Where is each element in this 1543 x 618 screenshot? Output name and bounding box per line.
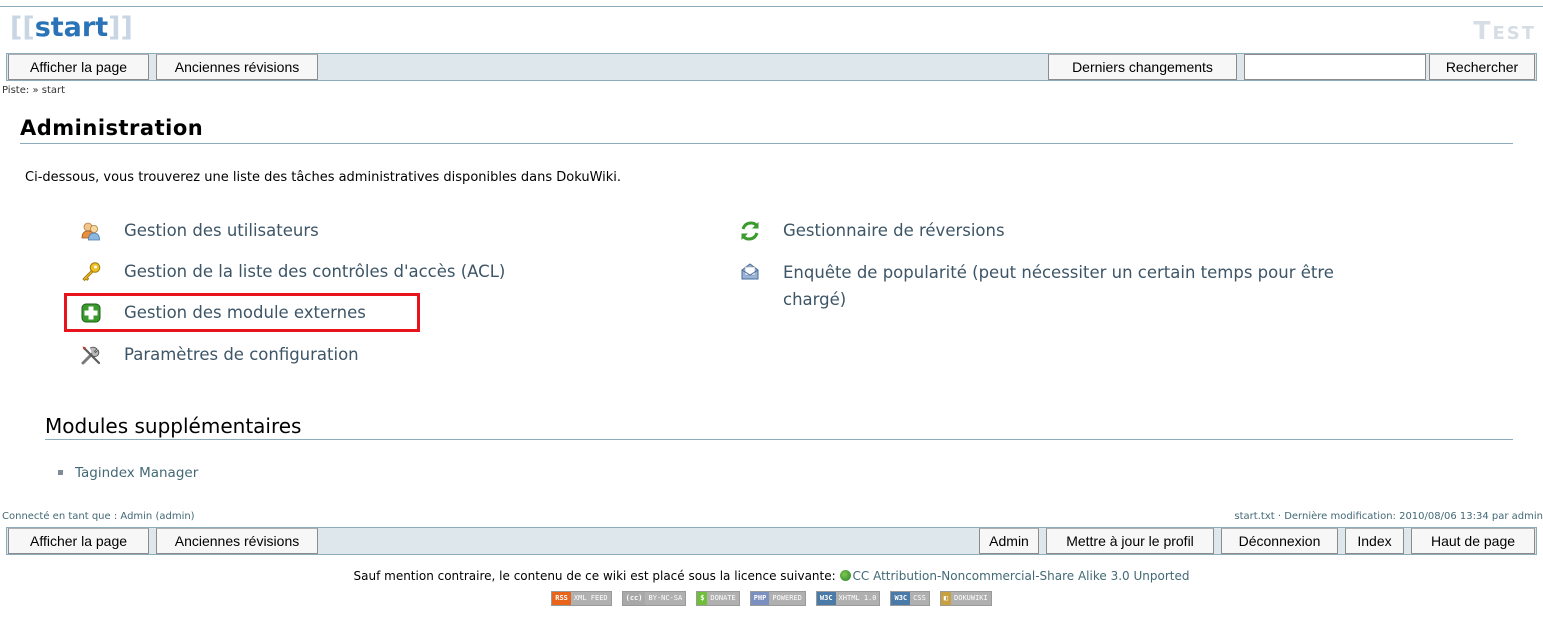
users-icon (80, 220, 102, 242)
search-input[interactable] (1244, 54, 1426, 80)
update-profile-button[interactable]: Mettre à jour le profil (1046, 528, 1214, 554)
badge-left: W3C (816, 592, 836, 605)
breadcrumb-item-start[interactable]: start (42, 85, 65, 96)
footer-badge[interactable]: ◧ DOKUWIKI (939, 591, 992, 606)
list-bullet (58, 470, 63, 475)
license-notice: Sauf mention contraire, le contenu de ce… (0, 569, 1543, 583)
tools-icon (80, 344, 102, 366)
badge-right: XHTML 1.0 (835, 592, 880, 605)
back-to-top-button[interactable]: Haut de page (1411, 528, 1535, 554)
license-text: Sauf mention contraire, le contenu de ce… (353, 569, 836, 583)
bottom-action-bar: Afficher la page Anciennes révisions Adm… (6, 527, 1537, 555)
task-label[interactable]: Gestionnaire de réversions (783, 220, 1005, 242)
envelope-icon (739, 261, 761, 283)
footer-badge[interactable]: PHP POWERED (749, 591, 806, 606)
top-action-bar: Afficher la page Anciennes révisions Der… (6, 53, 1537, 81)
badge-right: XML FEED (570, 592, 611, 605)
task-label[interactable]: Paramètres de configuration (124, 344, 359, 366)
badge-left: $ (697, 592, 708, 605)
badge-left: RSS (552, 592, 571, 605)
footer-badge[interactable]: RSS XML FEED (551, 591, 612, 606)
top-rule (0, 6, 1543, 7)
footer-badge[interactable]: W3C CSS (890, 591, 930, 606)
additional-plugins-title: Modules supplémentaires (45, 414, 302, 438)
breadcrumb-label: Piste: (2, 85, 30, 96)
pagename-open: [[ (10, 12, 35, 43)
logout-button[interactable]: Déconnexion (1221, 528, 1338, 554)
search-button[interactable]: Rechercher (1429, 54, 1535, 80)
old-revisions-button[interactable]: Anciennes révisions (156, 54, 318, 80)
intro-text: Ci-dessous, vous trouverez une liste des… (25, 170, 622, 185)
badge-right: BY-NC-SA (645, 592, 686, 605)
footer-badges: RSS XML FEED (cc) BY-NC-SA $ DONATE PHP POWERED… (0, 591, 1543, 606)
task-popularity[interactable]: Enquête de popularité (peut nécessiter u… (739, 261, 1353, 309)
key-icon (80, 261, 102, 283)
revert-arrows-icon (739, 220, 761, 242)
tagindex-manager-link[interactable]: Tagindex Manager (75, 465, 198, 481)
task-user-manager[interactable]: Gestion des utilisateurs (80, 220, 319, 248)
title-rule (20, 143, 1513, 144)
old-revisions-button-bottom[interactable]: Anciennes révisions (156, 528, 318, 554)
badge-right: POWERED (769, 592, 805, 605)
pagename-text: start (34, 12, 109, 43)
task-revert-manager[interactable]: Gestionnaire de réversions (739, 220, 1005, 248)
footer-badge[interactable]: $ DONATE (696, 591, 740, 606)
badge-right: CSS (910, 592, 929, 605)
page-title: Administration (20, 116, 204, 140)
recent-changes-button[interactable]: Derniers changements (1048, 54, 1237, 80)
license-link[interactable]: CC Attribution-Noncommercial-Share Alike… (853, 569, 1190, 583)
badge-right: DONATE (707, 592, 739, 605)
user-info: Connecté en tant que : Admin (admin) (2, 511, 195, 522)
show-page-button-bottom[interactable]: Afficher la page (8, 528, 149, 554)
doc-info: start.txt · Dernière modification: 2010/… (1234, 511, 1543, 522)
task-config[interactable]: Paramètres de configuration (80, 344, 359, 372)
badge-left: (cc) (622, 592, 646, 605)
show-page-button[interactable]: Afficher la page (8, 54, 149, 80)
page-name-link[interactable]: [[start]] (10, 11, 133, 45)
badge-left: PHP (750, 592, 770, 605)
highlight-box (64, 293, 420, 332)
wiki-title[interactable]: Test (1473, 16, 1536, 46)
task-acl[interactable]: Gestion de la liste des contrôles d'accè… (80, 261, 505, 289)
admin-button[interactable]: Admin (979, 528, 1039, 554)
badge-left: ◧ (940, 592, 952, 605)
task-label[interactable]: Gestion des utilisateurs (124, 220, 319, 242)
breadcrumb-separator: » (32, 85, 39, 96)
badge-left: W3C (891, 592, 911, 605)
task-label[interactable]: Enquête de popularité (peut nécessiter u… (783, 259, 1353, 313)
index-button[interactable]: Index (1345, 528, 1404, 554)
footer-badge[interactable]: W3C XHTML 1.0 (815, 591, 881, 606)
badge-right: DOKUWIKI (951, 592, 991, 605)
task-label[interactable]: Gestion de la liste des contrôles d'accè… (124, 261, 505, 283)
breadcrumb: Piste: » start (2, 85, 65, 96)
cc-globe-icon (839, 570, 851, 581)
pagename-close: ]] (108, 12, 133, 43)
footer-badge[interactable]: (cc) BY-NC-SA (621, 591, 687, 606)
additional-plugins-rule (45, 439, 1513, 440)
